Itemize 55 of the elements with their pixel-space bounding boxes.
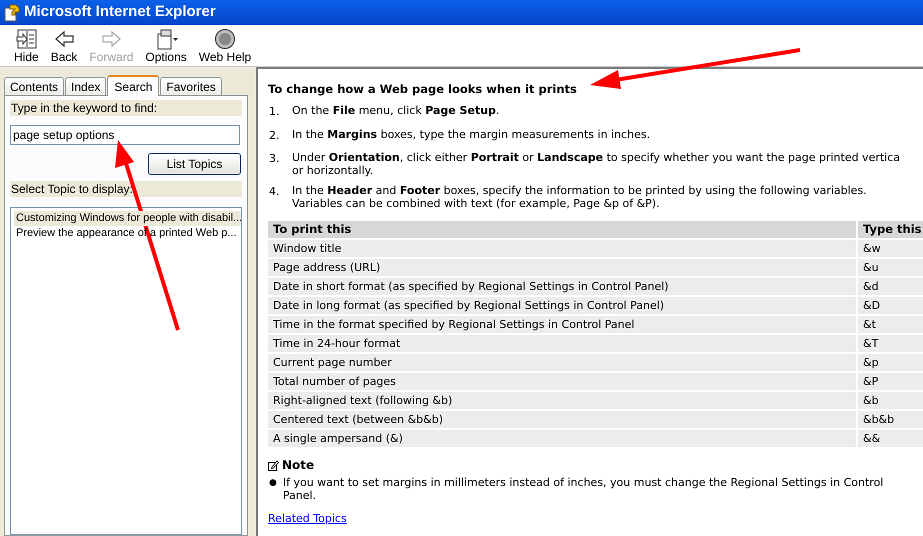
note-icon (268, 460, 279, 471)
table-cell: Window title (268, 240, 856, 258)
table-cell: Date in short format (as specified by Regional Settings in Control Panel) (268, 278, 856, 296)
table-cell: &d (858, 278, 923, 296)
column-header: To print this (268, 221, 856, 238)
options-button[interactable]: Options (139, 28, 193, 64)
table-cell: Right-aligned text (following &b) (268, 392, 856, 410)
window-title: Microsoft Internet Explorer (24, 2, 216, 22)
table-cell: &D (858, 297, 923, 314)
table-cell: &u (858, 259, 923, 276)
tab[interactable]: Search (107, 75, 160, 96)
list-topics-button[interactable]: List Topics (148, 153, 241, 175)
keyword-label: Type in the keyword to find: (10, 100, 242, 116)
column-header: Type this (858, 221, 923, 238)
back-button[interactable]: Back (44, 28, 84, 64)
article-title: To change how a Web page looks when it prints (268, 81, 578, 98)
step-text: On the File menu, click Page Setup. (292, 104, 500, 120)
table-cell: Time in 24-hour format (268, 335, 856, 352)
step-number: 3. (268, 151, 280, 168)
help-icon (4, 4, 20, 22)
step-text: In the Header and Footer boxes, specify the information to be printed by using the following variables. Variables can be combined with text (for example, Page &p of &P). (292, 184, 867, 210)
step-text: In the Margins boxes, type the margin measurements in inches. (292, 128, 650, 143)
table-cell: &t (858, 316, 923, 334)
keyword-field[interactable]: page setup options (10, 125, 240, 145)
step-number: 4. (268, 184, 280, 200)
web-help-button[interactable]: Web Help (192, 28, 258, 64)
bullet: ● (268, 477, 277, 490)
table-cell: &T (858, 335, 923, 352)
pane-icon (14, 28, 38, 50)
topics-label: Select Topic to display: (10, 181, 242, 197)
table-cell: Page address (URL) (268, 259, 856, 276)
table-cell: Total number of pages (268, 373, 856, 390)
table-cell: &p (858, 354, 923, 372)
tab[interactable]: Index (65, 77, 106, 95)
table-cell: Date in long format (as specified by Regional Settings in Control Panel) (268, 297, 856, 314)
table-cell: A single ampersand (&) (268, 430, 856, 448)
tab[interactable]: Favorites (160, 77, 222, 95)
tab[interactable]: Contents (4, 77, 64, 95)
table-cell: Centered text (between &b&b) (268, 411, 856, 428)
note-text: If you want to set margins in millimeters instead of inches, you must change the Regional Settings in Control Panel. (282, 476, 884, 502)
table-cell: && (858, 430, 923, 448)
table-cell: &b (858, 392, 923, 410)
hide-button[interactable]: Hide (8, 28, 45, 64)
note-title: Note (282, 457, 314, 474)
step-number: 2. (268, 128, 280, 144)
topic-item[interactable]: Customizing Windows for people with disabil... (14, 211, 241, 226)
step-text: Under Orientation, click either Portrait or Landscape to specify whether you want the page printed vertica or horizontally. (292, 151, 900, 178)
step-number: 1. (268, 104, 280, 120)
table-cell: &P (858, 373, 923, 390)
table-cell: &b&b (858, 411, 923, 428)
table-cell: &w (858, 240, 923, 258)
table-cell: Current page number (268, 354, 856, 372)
table-cell: Time in the format specified by Regional Settings in Control Panel (268, 316, 856, 334)
globe-icon (212, 28, 237, 50)
related-topics-link[interactable]: Related Topics (268, 511, 347, 528)
